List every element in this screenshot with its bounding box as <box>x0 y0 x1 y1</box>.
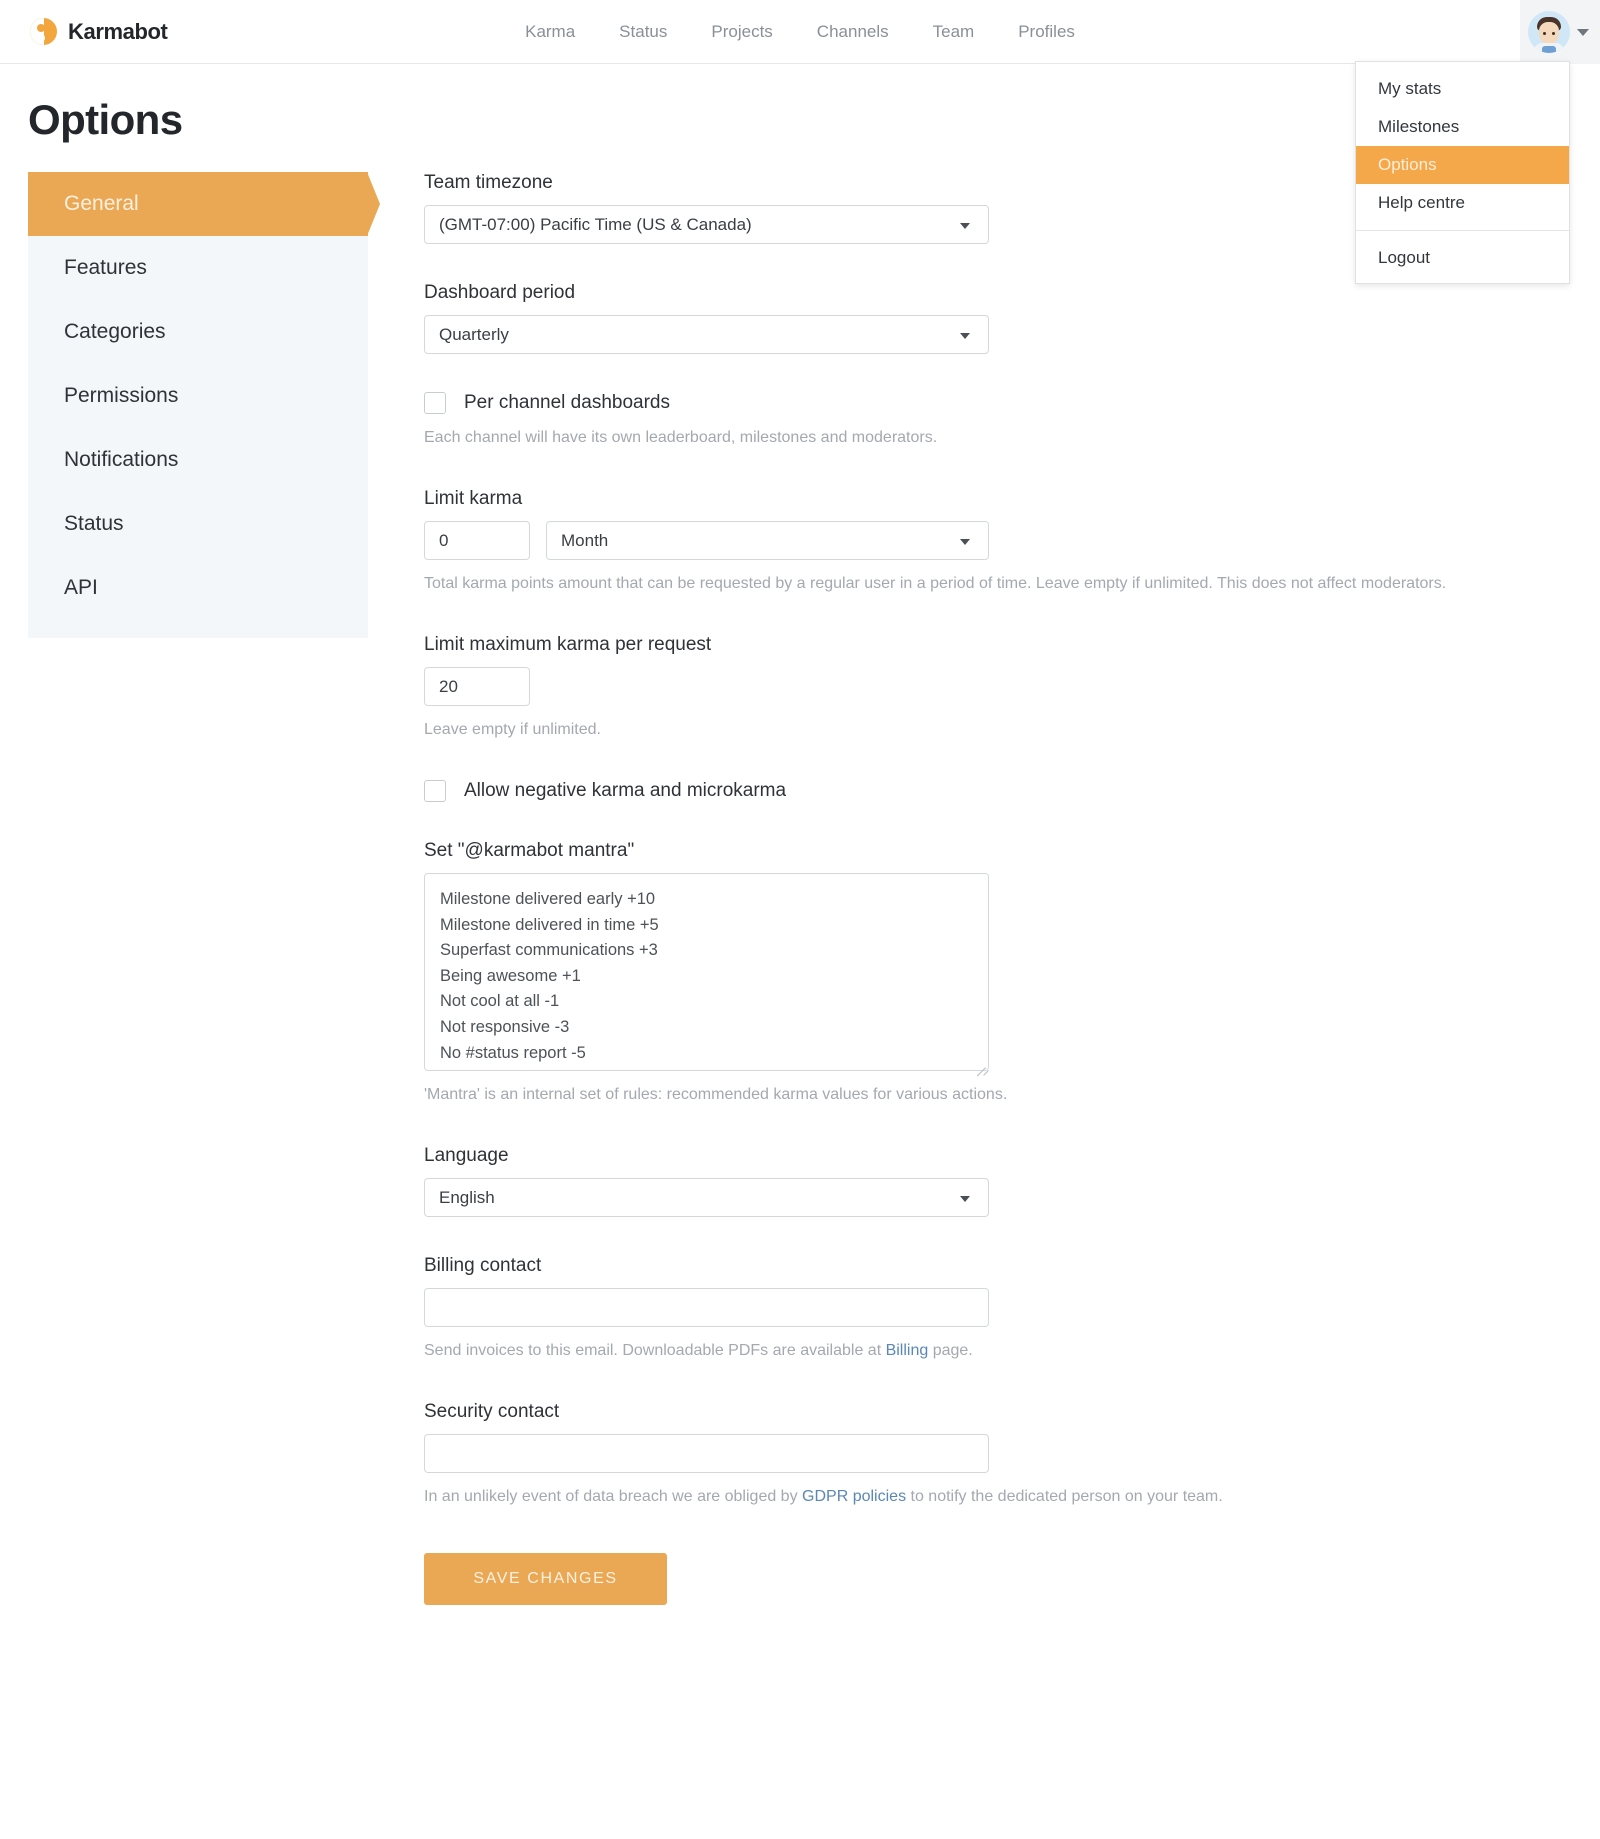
sidebar-item-general[interactable]: General <box>28 172 380 236</box>
per-channel-label: Per channel dashboards <box>464 392 670 413</box>
field-dashboard-period: Dashboard period Quarterly <box>424 282 1560 354</box>
limit-karma-amount-input[interactable]: 0 <box>424 521 530 560</box>
menu-item-logout[interactable]: Logout <box>1356 239 1569 283</box>
yin-yang-icon <box>30 18 57 45</box>
brand-logo[interactable]: Karmabot <box>30 18 168 45</box>
limit-karma-label: Limit karma <box>424 488 523 509</box>
limit-karma-row: 0 Month <box>424 521 1560 560</box>
security-hint-before: In an unlikely event of data breach we a… <box>424 1488 803 1505</box>
billing-hint-before: Send invoices to this email. Downloadabl… <box>424 1342 886 1359</box>
security-hint-after: to notify the dedicated person on your t… <box>906 1488 1223 1505</box>
settings-sidebar: General Features Categories Permissions … <box>28 172 380 638</box>
chevron-down-icon <box>960 538 970 545</box>
dashboard-period-value: Quarterly <box>439 324 509 344</box>
mantra-textarea-wrapper: Milestone delivered early +10 Milestone … <box>424 873 989 1077</box>
mantra-textarea[interactable]: Milestone delivered early +10 Milestone … <box>424 873 989 1071</box>
menu-item-help-centre[interactable]: Help centre <box>1356 184 1569 222</box>
billing-contact-input[interactable] <box>424 1288 989 1327</box>
allow-negative-checkbox-row[interactable]: Allow negative karma and microkarma <box>424 780 1560 802</box>
security-contact-input[interactable] <box>424 1434 989 1473</box>
nav-item-projects[interactable]: Projects <box>711 22 772 42</box>
menu-item-options[interactable]: Options <box>1356 146 1569 184</box>
allow-negative-checkbox[interactable] <box>424 780 446 802</box>
chevron-down-icon <box>960 332 970 339</box>
settings-form: Team timezone (GMT-07:00) Pacific Time (… <box>368 172 1600 1695</box>
security-contact-label: Security contact <box>424 1401 560 1422</box>
per-channel-checkbox[interactable] <box>424 392 446 414</box>
dashboard-period-select[interactable]: Quarterly <box>424 315 989 354</box>
allow-negative-label: Allow negative karma and microkarma <box>464 780 787 801</box>
limit-karma-period-select[interactable]: Month <box>546 521 989 560</box>
field-allow-negative-karma: Allow negative karma and microkarma <box>424 780 1560 802</box>
field-mantra: Set "@karmabot mantra" Milestone deliver… <box>424 840 1560 1107</box>
menu-item-my-stats[interactable]: My stats <box>1356 70 1569 108</box>
sidebar-item-features[interactable]: Features <box>28 236 368 300</box>
field-language: Language English <box>424 1145 1560 1217</box>
chevron-down-icon <box>960 222 970 229</box>
billing-contact-hint: Send invoices to this email. Downloadabl… <box>424 1339 1554 1363</box>
per-channel-hint: Each channel will have its own leaderboa… <box>424 429 938 446</box>
limit-karma-amount-value: 0 <box>439 530 449 550</box>
field-per-channel-dashboards: Per channel dashboards Each channel will… <box>424 392 1560 450</box>
per-channel-checkbox-row[interactable]: Per channel dashboards <box>424 392 1560 414</box>
page-layout: General Features Categories Permissions … <box>0 172 1600 1695</box>
field-billing-contact: Billing contact Send invoices to this em… <box>424 1255 1560 1363</box>
brand-name: Karmabot <box>68 18 168 44</box>
team-timezone-value: (GMT-07:00) Pacific Time (US & Canada) <box>439 214 752 234</box>
limit-karma-period-value: Month <box>561 530 609 550</box>
team-timezone-select[interactable]: (GMT-07:00) Pacific Time (US & Canada) <box>424 205 989 244</box>
main-navigation: Karma Status Projects Channels Team Prof… <box>525 22 1075 42</box>
billing-link[interactable]: Billing <box>886 1342 929 1359</box>
nav-item-status[interactable]: Status <box>619 22 667 42</box>
chevron-down-icon <box>960 1195 970 1202</box>
mantra-hint: 'Mantra' is an internal set of rules: re… <box>424 1086 1008 1103</box>
sidebar-item-status[interactable]: Status <box>28 492 368 556</box>
save-changes-button[interactable]: SAVE CHANGES <box>424 1553 667 1605</box>
language-select[interactable]: English <box>424 1178 989 1217</box>
menu-divider <box>1356 230 1569 231</box>
limit-max-label: Limit maximum karma per request <box>424 634 712 655</box>
sidebar-item-categories[interactable]: Categories <box>28 300 368 364</box>
sidebar-item-notifications[interactable]: Notifications <box>28 428 368 492</box>
gdpr-policies-link[interactable]: GDPR policies <box>802 1488 906 1505</box>
nav-item-profiles[interactable]: Profiles <box>1018 22 1075 42</box>
language-label: Language <box>424 1145 509 1166</box>
limit-max-hint: Leave empty if unlimited. <box>424 721 601 738</box>
field-limit-karma: Limit karma 0 Month Total karma points a… <box>424 488 1560 596</box>
nav-item-team[interactable]: Team <box>933 22 975 42</box>
sidebar-item-api[interactable]: API <box>28 556 368 620</box>
sidebar-item-permissions[interactable]: Permissions <box>28 364 368 428</box>
avatar <box>1527 11 1570 53</box>
security-contact-hint: In an unlikely event of data breach we a… <box>424 1485 1554 1509</box>
user-dropdown-menu: My stats Milestones Options Help centre … <box>1355 61 1570 284</box>
language-value: English <box>439 1187 495 1207</box>
top-navigation-bar: Karmabot Karma Status Projects Channels … <box>0 0 1600 64</box>
limit-max-value: 20 <box>439 676 458 696</box>
dashboard-period-label: Dashboard period <box>424 282 576 303</box>
mantra-label: Set "@karmabot mantra" <box>424 840 635 861</box>
user-menu-button[interactable] <box>1520 0 1600 64</box>
nav-item-karma[interactable]: Karma <box>525 22 575 42</box>
menu-item-milestones[interactable]: Milestones <box>1356 108 1569 146</box>
billing-hint-after: page. <box>928 1342 973 1359</box>
chevron-down-icon <box>1576 28 1589 36</box>
field-limit-max-per-request: Limit maximum karma per request 20 Leave… <box>424 634 1560 742</box>
bottom-spacer <box>424 1605 1560 1695</box>
billing-contact-label: Billing contact <box>424 1255 542 1276</box>
limit-karma-hint: Total karma points amount that can be re… <box>424 575 1447 592</box>
nav-item-channels[interactable]: Channels <box>817 22 889 42</box>
field-security-contact: Security contact In an unlikely event of… <box>424 1401 1560 1509</box>
limit-max-input[interactable]: 20 <box>424 667 530 706</box>
